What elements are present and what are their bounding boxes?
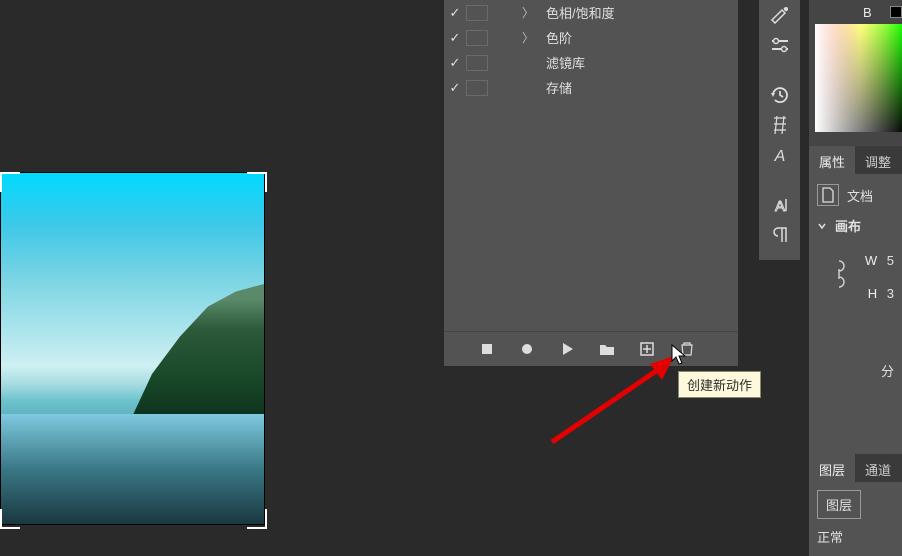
props-tabs: 属性 调整 [809,146,902,174]
canvas-section-label: 画布 [835,216,861,235]
play-button[interactable] [558,340,576,358]
annotation-arrow [542,352,692,447]
action-enabled-check[interactable]: ✓ [444,80,466,96]
crop-handle-br[interactable] [247,509,267,529]
paragraph-panel-icon[interactable] [759,220,801,250]
action-expand-indicator[interactable]: 〉 [496,4,546,21]
height-row: H 3 [817,286,894,301]
tab-layers[interactable]: 图层 [809,454,855,482]
record-button[interactable] [518,340,536,358]
width-row: W 5 [817,253,894,268]
tab-channels[interactable]: 通道 [855,454,901,482]
document-canvas[interactable] [0,172,267,529]
action-enabled-check[interactable]: ✓ [444,30,466,46]
action-enabled-check[interactable]: ✓ [444,55,466,71]
action-dialog-toggle[interactable] [466,55,488,71]
width-value[interactable]: 5 [887,253,894,268]
delete-button[interactable] [678,340,696,358]
action-step-label: 存储 [546,78,738,97]
canvas-section-header[interactable]: 画布 [817,216,894,235]
image-preview [0,172,265,525]
styles-hash-icon[interactable] [759,110,801,140]
new-action-button[interactable] [638,340,656,358]
svg-text:A: A [774,198,784,214]
collapse-caret-icon [817,221,827,231]
tab-properties[interactable]: 属性 [809,146,855,174]
right-panels: B 属性 调整 文档 画布 W 5 H 3 [808,0,902,556]
document-label: 文档 [847,186,873,205]
b-channel-label: B [863,5,872,20]
action-enabled-check[interactable]: ✓ [444,5,466,21]
action-dialog-toggle[interactable] [466,80,488,96]
document-row: 文档 [817,184,894,206]
svg-text:A: A [773,148,785,164]
document-icon [817,184,839,206]
action-step-label: 滤镜库 [546,53,738,72]
layers-tabs: 图层 通道 [809,454,902,482]
crop-handle-bl[interactable] [0,509,20,529]
action-row[interactable]: ✓ 〉 色阶 [444,25,738,50]
right-toolbar: A A [758,0,800,260]
action-dialog-toggle[interactable] [466,5,488,21]
history-icon[interactable] [759,80,801,110]
crop-handle-tl[interactable] [0,172,20,192]
action-dialog-toggle[interactable] [466,30,488,46]
actions-list: ✓ 〉 色相/饱和度 ✓ 〉 色阶 ✓ 滤镜库 ✓ 存储 [444,0,738,331]
color-b-label: B [809,0,902,24]
action-row[interactable]: ✓ 滤镜库 [444,50,738,75]
split-label: 分 [817,361,894,380]
properties-body: 文档 画布 W 5 H 3 分 [809,174,902,478]
actions-panel: ✓ 〉 色相/饱和度 ✓ 〉 色阶 ✓ 滤镜库 ✓ 存储 [444,0,738,366]
color-picker[interactable] [815,24,902,132]
action-step-label: 色相/饱和度 [546,3,738,22]
action-expand-indicator[interactable]: 〉 [496,29,546,46]
width-label: W [865,253,877,268]
action-row[interactable]: ✓ 存储 [444,75,738,100]
action-row[interactable]: ✓ 〉 色相/饱和度 [444,0,738,25]
layer-kind-selector[interactable]: 图层 [817,490,861,519]
height-value[interactable]: 3 [887,286,894,301]
new-set-button[interactable] [598,340,616,358]
crop-handle-tr[interactable] [247,172,267,192]
action-step-label: 色阶 [546,28,738,47]
layers-body: 图层 正常 [809,482,902,556]
tab-adjustments[interactable]: 调整 [855,146,901,174]
blend-mode-label[interactable]: 正常 [817,527,894,546]
b-value-indicator [890,6,902,18]
actions-toolbar [444,331,738,366]
brush-presets-icon[interactable] [759,0,801,30]
character-panel-icon[interactable]: A [759,140,801,170]
adjustment-sliders-icon[interactable] [759,30,801,60]
stop-button[interactable] [478,340,496,358]
height-label: H [868,286,877,301]
glyphs-panel-icon[interactable]: A [759,190,801,220]
tooltip-new-action: 创建新动作 [678,371,761,398]
